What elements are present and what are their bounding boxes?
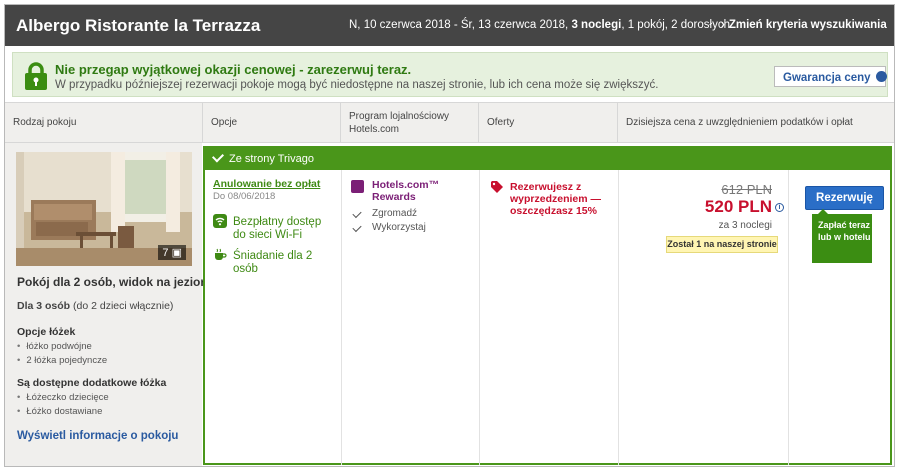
check-icon [211, 150, 225, 163]
amenity-breakfast: Śniadanie dla 2 osób [233, 250, 313, 275]
pay-now-or-later-note: Zapłać teraz lub w hotelu [812, 209, 872, 263]
table-header: Rodzaj pokoju Opcje Program lojalnościow… [5, 102, 894, 143]
rewards-item: Wykorzystaj [372, 222, 426, 233]
guarantee-icon [875, 71, 887, 82]
coffee-cup-icon [215, 248, 227, 260]
column-divider [341, 170, 342, 465]
rewards-item: Zgromadź [372, 208, 418, 219]
chevron-right-icon: › [721, 19, 725, 31]
camera-icon: ▣ [171, 247, 182, 259]
price-nights-note: za 3 noclegi [718, 220, 772, 231]
stay-nights: 3 noclegi [571, 19, 622, 31]
column-divider [788, 170, 789, 465]
stay-summary: N, 10 czerwca 2018 - Śr, 13 czerwca 2018… [349, 19, 730, 31]
stay-guests: , 1 pokój, 2 dorosłych [621, 19, 730, 31]
lock-icon [25, 62, 47, 90]
hotel-rooms-panel: Albergo Ristorante la Terrazza N, 10 cze… [4, 4, 895, 467]
column-price: Dzisiejsza cena z uwzględnieniem podatkó… [626, 117, 853, 128]
room-title: Pokój dla 2 osób, widok na jezioro [17, 275, 213, 289]
extra-bed-item: Łóżeczko dziecięce [17, 392, 108, 403]
hotel-header: Albergo Ristorante la Terrazza N, 10 cze… [5, 5, 894, 46]
tag-icon [491, 181, 503, 193]
hotel-name: Albergo Ristorante la Terrazza [16, 16, 261, 35]
occupancy-count: Dla 3 osób [17, 300, 71, 312]
rewards-icon [351, 180, 364, 193]
column-room-type: Rodzaj pokoju [5, 103, 203, 142]
room-info: 7 ▣ Pokój dla 2 osób, widok na jezioro D… [5, 143, 212, 466]
column-options: Opcje [203, 103, 341, 142]
early-booking-deal: Rezerwujesz z wyprzedzeniem — oszczędzas… [510, 181, 602, 217]
offer-box: Ze strony Trivago Anulowanie bez opłat D… [203, 146, 892, 465]
bed-option-item: 2 łóżka pojedyncze [17, 355, 107, 366]
book-button[interactable]: Rezerwuję [805, 186, 884, 210]
price-info-icon[interactable]: i [775, 203, 784, 212]
rewards-title: Hotels.com™ Rewards [372, 179, 440, 203]
alert-subtitle: W przypadku późniejszej rezerwacji pokoj… [55, 79, 659, 91]
extra-bed-item: Łóżko dostawiane [17, 406, 102, 417]
price-guarantee-button[interactable]: Gwarancja ceny [774, 66, 887, 87]
photo-count-badge: 7 ▣ [158, 245, 186, 260]
offer-source: Ze strony Trivago [229, 153, 314, 165]
check-icon [352, 208, 362, 219]
room-photo[interactable]: 7 ▣ [16, 152, 192, 266]
alert-title: Nie przegap wyjątkowej okazji cenowej - … [55, 62, 412, 77]
bed-options-title: Opcje łóżek [17, 326, 76, 338]
stay-dates: N, 10 czerwca 2018 - Śr, 13 czerwca 2018… [349, 19, 572, 31]
change-search-link[interactable]: › Zmień kryteria wyszukiwania [721, 19, 887, 31]
room-offer: Ze strony Trivago Anulowanie bez opłat D… [203, 143, 894, 466]
rooms-left-badge: Został 1 na naszej stronie [666, 236, 778, 253]
wifi-icon [213, 214, 227, 228]
check-icon [352, 222, 362, 233]
room-occupancy: Dla 3 osób (do 2 dzieci włącznie) [17, 300, 173, 312]
column-offers: Oferty [479, 103, 618, 142]
price-guarantee-label: Gwarancja ceny [783, 72, 871, 84]
occupancy-note: (do 2 dzieci włącznie) [70, 300, 174, 312]
photo-count: 7 [162, 247, 169, 259]
price-alert: Nie przegap wyjątkowej okazji cenowej - … [12, 52, 888, 97]
old-price: 612 PLN [721, 182, 772, 197]
room-info-link[interactable]: Wyświetl informacje o pokoju [17, 430, 178, 442]
column-divider [479, 170, 480, 465]
bed-option-item: łóżko podwójne [17, 341, 92, 352]
cancellation-date: Do 08/06/2018 [213, 191, 276, 202]
column-divider [618, 170, 619, 465]
free-cancellation[interactable]: Anulowanie bez opłat [213, 178, 320, 190]
extra-beds-title: Są dostępne dodatkowe łóżka [17, 377, 167, 389]
change-search-label: Zmień kryteria wyszukiwania [728, 19, 887, 31]
offer-source-bar: Ze strony Trivago [205, 148, 890, 170]
amenity-wifi: Bezpłatny dostęp do sieci Wi-Fi [233, 216, 322, 241]
current-price: 520 PLN [704, 197, 772, 216]
column-loyalty: Program lojalnościowy Hotels.com [341, 103, 479, 142]
